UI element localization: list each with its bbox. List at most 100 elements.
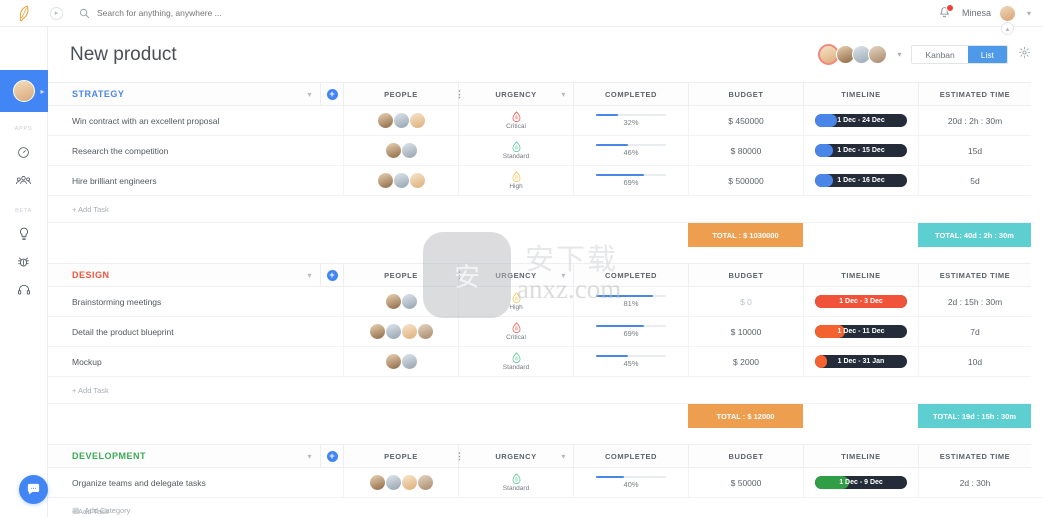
timeline-pill[interactable]: 1 Dec - 24 Dec — [815, 114, 907, 127]
task-budget[interactable]: $ 10000 — [688, 317, 803, 346]
column-header-people[interactable]: PEOPLE — [343, 264, 458, 286]
chevron-down-icon[interactable]: ▾ — [561, 452, 566, 461]
avatar[interactable] — [401, 354, 417, 369]
add-task-inline-button[interactable]: + — [320, 264, 343, 286]
column-header-budget[interactable]: BUDGET — [688, 264, 803, 286]
column-header-timeline[interactable]: TIMELINE — [803, 83, 918, 105]
member-avatars[interactable] — [818, 44, 888, 65]
column-header-budget[interactable]: BUDGET — [688, 445, 803, 467]
task-people[interactable] — [343, 166, 458, 195]
avatar[interactable] — [385, 143, 401, 158]
settings-button[interactable] — [1018, 46, 1031, 64]
add-task-row[interactable]: + Add Task — [48, 377, 1031, 404]
task-urgency[interactable]: Critical — [458, 317, 573, 346]
task-urgency[interactable]: High — [458, 287, 573, 316]
task-title[interactable]: Mockup — [48, 347, 320, 376]
task-timeline[interactable]: 1 Dec - 16 Dec — [803, 166, 918, 195]
task-people[interactable] — [343, 106, 458, 135]
task-title[interactable]: Hire brilliant engineers — [48, 166, 320, 195]
task-timeline[interactable]: 1 Dec - 24 Dec — [803, 106, 918, 135]
avatar[interactable] — [393, 113, 409, 128]
avatar[interactable] — [401, 294, 417, 309]
column-header-urgency[interactable]: ⋮ URGENCY ▾ — [455, 445, 573, 467]
task-budget[interactable]: $ 500000 — [688, 166, 803, 195]
task-urgency[interactable]: High — [458, 166, 573, 195]
sidebar-item-bugs[interactable] — [0, 248, 48, 276]
timeline-pill[interactable]: 1 Dec - 31 Jan — [815, 355, 907, 368]
sidebar-item-support[interactable] — [0, 276, 48, 304]
table-row[interactable]: Mockup Standard 45% $ 2000 1 Dec - 31 Jan 10d — [48, 347, 1031, 377]
task-budget[interactable]: $ 450000 — [688, 106, 803, 135]
table-row[interactable]: Brainstorming meetings High 81% $ 0 1 Dec - … — [48, 287, 1031, 317]
chevron-down-icon[interactable]: ▾ — [561, 271, 566, 280]
task-title[interactable]: Research the competition — [48, 136, 320, 165]
timeline-pill[interactable]: 1 Dec - 15 Dec — [815, 144, 907, 157]
task-urgency[interactable]: Standard — [458, 468, 573, 497]
notifications-button[interactable] — [938, 4, 954, 20]
avatar[interactable] — [409, 113, 425, 128]
task-people[interactable] — [343, 468, 458, 497]
kebab-vertical-icon[interactable]: ⋮ — [455, 452, 464, 461]
add-task-inline-button[interactable]: + — [320, 445, 343, 467]
avatar[interactable] — [377, 113, 393, 128]
avatar[interactable] — [868, 45, 888, 64]
task-timeline[interactable]: 1 Dec - 3 Dec — [803, 287, 918, 316]
avatar[interactable] — [998, 4, 1016, 22]
task-estimated-time[interactable]: 15d — [918, 136, 1031, 165]
task-urgency[interactable]: Standard — [458, 347, 573, 376]
task-title[interactable]: Brainstorming meetings — [48, 287, 320, 316]
kebab-vertical-icon[interactable]: ⋮ — [455, 271, 464, 280]
tab-kanban[interactable]: Kanban — [912, 46, 968, 63]
chevron-down-icon[interactable]: ▾ — [307, 271, 312, 280]
column-header-completed[interactable]: COMPLETED — [573, 445, 688, 467]
column-header-people[interactable]: PEOPLE — [343, 445, 458, 467]
section-title-development[interactable]: DEVELOPMENT ▾ — [48, 445, 320, 467]
task-urgency[interactable]: Critical — [458, 106, 573, 135]
kebab-vertical-icon[interactable]: ⋮ — [455, 90, 464, 99]
sidebar-collapse-button[interactable]: ▸ — [50, 6, 63, 20]
column-header-budget[interactable]: BUDGET — [688, 83, 803, 105]
column-header-completed[interactable]: COMPLETED — [573, 83, 688, 105]
task-completed[interactable]: 81% — [573, 287, 688, 316]
avatar[interactable] — [401, 475, 417, 490]
table-row[interactable]: Hire brilliant engineers High 69% $ 500000 1… — [48, 166, 1031, 196]
task-estimated-time[interactable]: 2d : 15h : 30m — [918, 287, 1031, 316]
column-header-people[interactable]: PEOPLE — [343, 83, 458, 105]
avatar[interactable] — [369, 324, 385, 339]
task-budget[interactable]: $ 2000 — [688, 347, 803, 376]
add-task-row[interactable]: + Add Task — [48, 498, 1031, 517]
column-header-estimated-time[interactable]: ESTIMATED TIME — [918, 83, 1031, 105]
task-title[interactable]: Detail the product blueprint — [48, 317, 320, 346]
column-header-urgency[interactable]: ⋮ URGENCY ▾ — [455, 264, 573, 286]
task-estimated-time[interactable]: 7d — [918, 317, 1031, 346]
task-estimated-time[interactable]: 20d : 2h : 30m — [918, 106, 1031, 135]
task-estimated-time[interactable]: 2d : 30h — [918, 468, 1031, 497]
task-completed[interactable]: 32% — [573, 106, 688, 135]
avatar[interactable] — [385, 324, 401, 339]
section-title-design[interactable]: DESIGN ▾ — [48, 264, 320, 286]
task-budget[interactable]: $ 50000 — [688, 468, 803, 497]
avatar[interactable] — [401, 324, 417, 339]
task-timeline[interactable]: 1 Dec - 15 Dec — [803, 136, 918, 165]
chevron-down-icon[interactable]: ▾ — [897, 50, 901, 59]
task-completed[interactable]: 45% — [573, 347, 688, 376]
chevron-down-icon[interactable]: ▾ — [1027, 9, 1031, 18]
task-budget[interactable]: $ 80000 — [688, 136, 803, 165]
task-timeline[interactable]: 1 Dec - 31 Jan — [803, 347, 918, 376]
avatar[interactable] — [385, 294, 401, 309]
sidebar-item-workspace[interactable]: ▸ — [0, 70, 48, 112]
avatar[interactable] — [385, 475, 401, 490]
chevron-down-icon[interactable]: ▾ — [561, 90, 566, 99]
scroll-up-button[interactable]: ▴ — [1001, 22, 1014, 35]
table-row[interactable]: Organize teams and delegate tasks Standar… — [48, 468, 1031, 498]
avatar[interactable] — [385, 354, 401, 369]
avatar[interactable] — [401, 143, 417, 158]
chevron-down-icon[interactable]: ▾ — [307, 452, 312, 461]
column-header-estimated-time[interactable]: ESTIMATED TIME — [918, 264, 1031, 286]
sidebar-item-ideas[interactable] — [0, 220, 48, 248]
table-row[interactable]: Detail the product blueprint Critical 69% $… — [48, 317, 1031, 347]
timeline-pill[interactable]: 1 Dec - 3 Dec — [815, 295, 907, 308]
task-title[interactable]: Win contract with an excellent proposal — [48, 106, 320, 135]
task-estimated-time[interactable]: 10d — [918, 347, 1031, 376]
sidebar-item-dashboard[interactable] — [0, 138, 48, 166]
